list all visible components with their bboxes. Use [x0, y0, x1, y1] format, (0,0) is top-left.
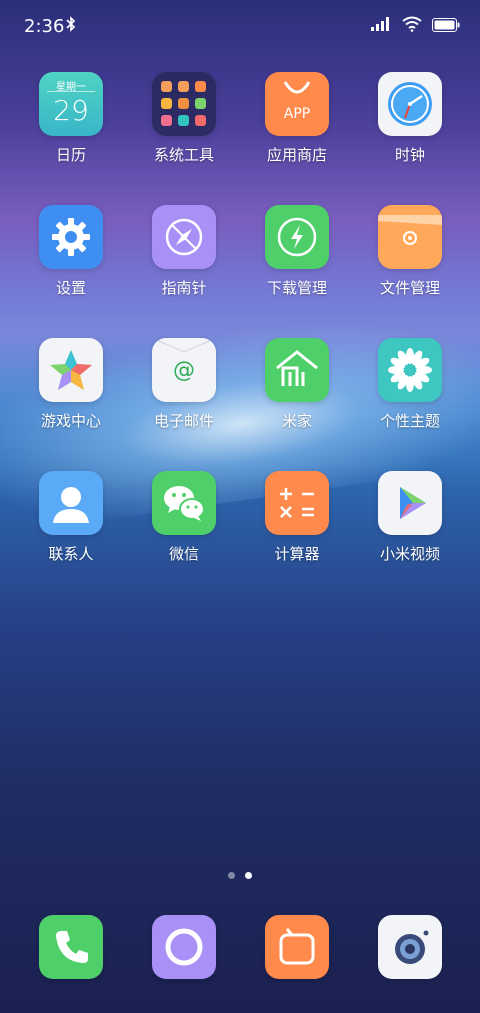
app-calendar[interactable]: 星期一 29 日历 — [16, 72, 126, 165]
app-game-center[interactable]: 游戏中心 — [16, 338, 126, 431]
app-label: 设置 — [55, 279, 86, 297]
page-indicator[interactable] — [0, 872, 480, 879]
app-mi-video[interactable]: 小米视频 — [355, 471, 465, 564]
app-mi-home[interactable]: 米家 — [242, 338, 352, 431]
app-wechat[interactable]: 微信 — [129, 471, 239, 564]
app-themes[interactable]: 个性主题 — [355, 338, 465, 431]
app-label: 系统工具 — [153, 146, 214, 164]
app-compass[interactable]: 指南针 — [129, 205, 239, 298]
mi-video-play-icon — [378, 471, 442, 535]
app-calculator[interactable]: 计算器 — [242, 471, 352, 564]
app-label: 米家 — [281, 412, 312, 430]
calendar-icon: 星期一 29 — [39, 72, 103, 136]
status-time: 2:36 — [24, 16, 65, 37]
app-store-text: APP — [283, 106, 311, 122]
bluetooth-icon — [66, 16, 76, 36]
calendar-day: 29 — [53, 94, 89, 127]
status-bar: 2:36 — [0, 0, 480, 52]
camera-icon — [378, 915, 442, 979]
browser-tv-icon — [265, 915, 329, 979]
app-label: 小米视频 — [379, 545, 440, 563]
app-label: 微信 — [168, 545, 199, 563]
page-dot-2-active[interactable] — [245, 872, 252, 879]
download-manager-icon — [265, 205, 329, 269]
app-label: 文件管理 — [379, 279, 440, 297]
app-email[interactable]: @ 电子邮件 — [129, 338, 239, 431]
app-clock[interactable]: 时钟 — [355, 72, 465, 165]
app-system-tools-folder[interactable]: 系统工具 — [129, 72, 239, 165]
app-settings[interactable]: 设置 — [16, 205, 126, 298]
calculator-icon — [265, 471, 329, 535]
app-label: 计算器 — [274, 545, 320, 563]
dock-camera[interactable] — [355, 915, 465, 979]
app-label: 应用商店 — [266, 146, 327, 164]
clock-icon — [378, 72, 442, 136]
app-contacts[interactable]: 联系人 — [16, 471, 126, 564]
file-manager-icon — [378, 205, 442, 269]
app-store-icon: APP — [265, 72, 329, 136]
app-label: 下载管理 — [266, 279, 327, 297]
app-label: 游戏中心 — [40, 412, 101, 430]
app-file-manager[interactable]: 文件管理 — [355, 205, 465, 298]
app-app-store[interactable]: APP 应用商店 — [242, 72, 352, 165]
email-icon: @ — [152, 338, 216, 402]
game-center-star-icon — [39, 338, 103, 402]
messaging-ring-icon — [152, 915, 216, 979]
contacts-icon — [39, 471, 103, 535]
home-screen: 2:36 星期一 29 日历 系统工具 APP 应用商店 时钟 设置 指南针 下… — [0, 0, 480, 1013]
system-tools-folder-icon — [152, 72, 216, 136]
battery-icon — [432, 17, 460, 36]
page-dot-1[interactable] — [228, 872, 235, 879]
app-label: 联系人 — [48, 545, 94, 563]
email-at-sign: @ — [173, 358, 195, 383]
app-download-manager[interactable]: 下载管理 — [242, 205, 352, 298]
compass-icon — [152, 205, 216, 269]
wifi-icon — [402, 16, 422, 36]
app-label: 日历 — [55, 146, 86, 164]
app-label: 个性主题 — [379, 412, 440, 430]
app-label: 指南针 — [161, 279, 207, 297]
themes-flower-icon — [378, 338, 442, 402]
dock-phone[interactable] — [16, 915, 126, 979]
dock-messaging[interactable] — [129, 915, 239, 979]
app-label: 电子邮件 — [153, 412, 214, 430]
phone-icon — [39, 915, 103, 979]
mi-home-icon — [265, 338, 329, 402]
app-label: 时钟 — [394, 146, 425, 164]
settings-gear-icon — [39, 205, 103, 269]
signal-icon — [370, 16, 392, 36]
dock-browser[interactable] — [242, 915, 352, 979]
wechat-icon — [152, 471, 216, 535]
